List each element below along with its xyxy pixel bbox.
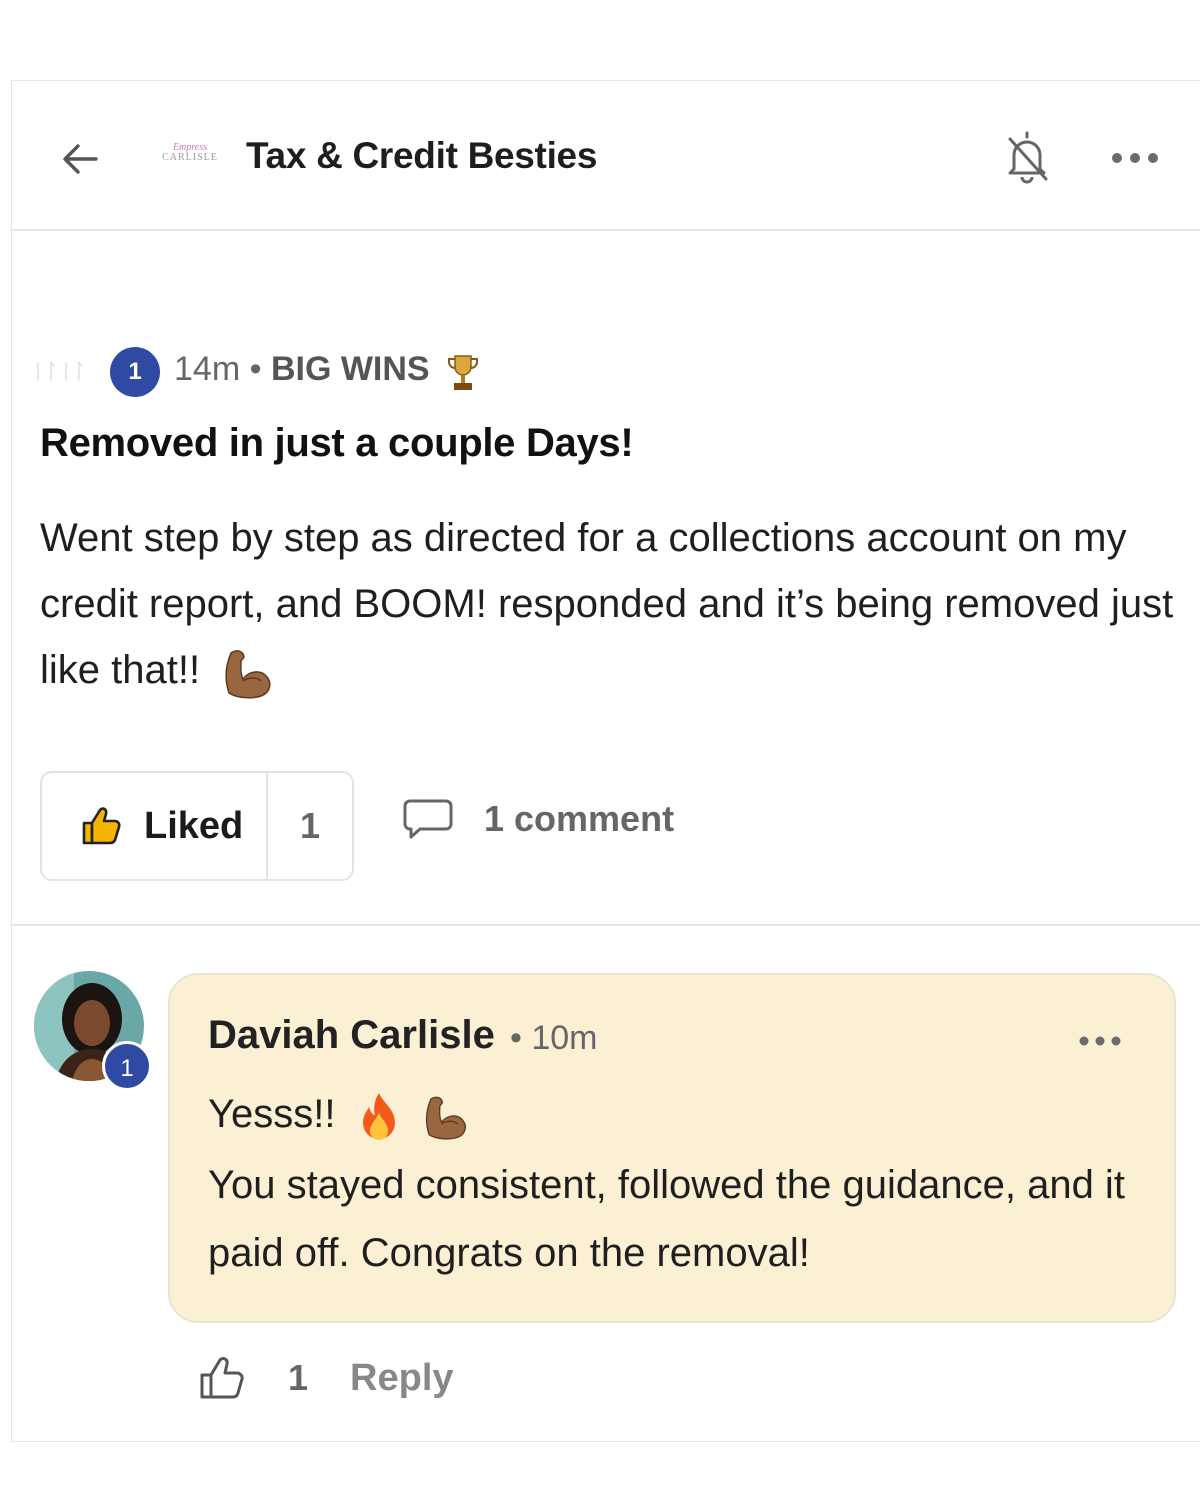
bell-off-icon[interactable] (1002, 129, 1052, 185)
comment-button[interactable]: 1 comment (402, 795, 674, 843)
post-body: Went step by step as directed for a coll… (40, 505, 1180, 703)
trophy-icon (448, 355, 478, 390)
like-button[interactable]: Liked (42, 773, 268, 879)
post-time: 14m (174, 350, 241, 388)
post-meta: 14m • BIG WINS (174, 347, 430, 391)
comment-line-1-text: Yesss!! (208, 1092, 336, 1136)
flexed-biceps-icon (425, 1097, 466, 1141)
faded-text: ᛁᛚᛁᛚ (32, 361, 88, 383)
fire-icon (362, 1093, 395, 1141)
comment-time-value: 10m (531, 1019, 598, 1057)
divider (12, 924, 1200, 926)
comment-line-1: Yesss!! (208, 1085, 470, 1143)
flexed-biceps-icon (225, 650, 271, 699)
group-title[interactable]: Tax & Credit Besties (246, 135, 597, 177)
comment-thumbs-up-icon[interactable] (198, 1353, 248, 1403)
comment-actions: 1 Reply (198, 1353, 454, 1403)
post-body-text: Went step by step as directed for a coll… (40, 516, 1174, 692)
top-header: Empress CARLISLE Tax & Credit Besties (12, 81, 1200, 231)
meta-separator: • (249, 350, 262, 388)
comment-author[interactable]: Daviah Carlisle (208, 1013, 495, 1058)
post-title: Removed in just a couple Days! (40, 421, 634, 465)
commenter-level-badge: 1 (102, 1041, 152, 1091)
thumbs-up-icon (82, 807, 121, 845)
comment-count-label: 1 comment (484, 798, 675, 839)
like-label: Liked (144, 804, 244, 847)
more-horizontal-icon[interactable] (1110, 147, 1160, 169)
like-count[interactable]: 1 (268, 773, 352, 879)
like-group: Liked 1 (40, 771, 354, 881)
post-category[interactable]: BIG WINS (271, 350, 430, 388)
comment-separator: • (510, 1019, 522, 1057)
comment-bubble-icon (403, 799, 453, 839)
comment-more-icon[interactable] (1078, 1031, 1122, 1051)
group-logo[interactable]: Empress CARLISLE (158, 143, 222, 173)
post-card: Empress CARLISLE Tax & Credit Besties ᛁᛚ… (11, 80, 1200, 1442)
reply-button[interactable]: Reply (350, 1357, 453, 1400)
comment-line-2: You stayed consistent, followed the guid… (208, 1163, 1125, 1275)
back-arrow-icon[interactable] (56, 135, 104, 183)
comment-time: • 10m (510, 1019, 598, 1058)
comment-bubble: Daviah Carlisle • 10m Yesss!! You stayed… (168, 973, 1176, 1323)
comment-like-count: 1 (288, 1357, 309, 1398)
author-level-badge: 1 (110, 347, 160, 397)
